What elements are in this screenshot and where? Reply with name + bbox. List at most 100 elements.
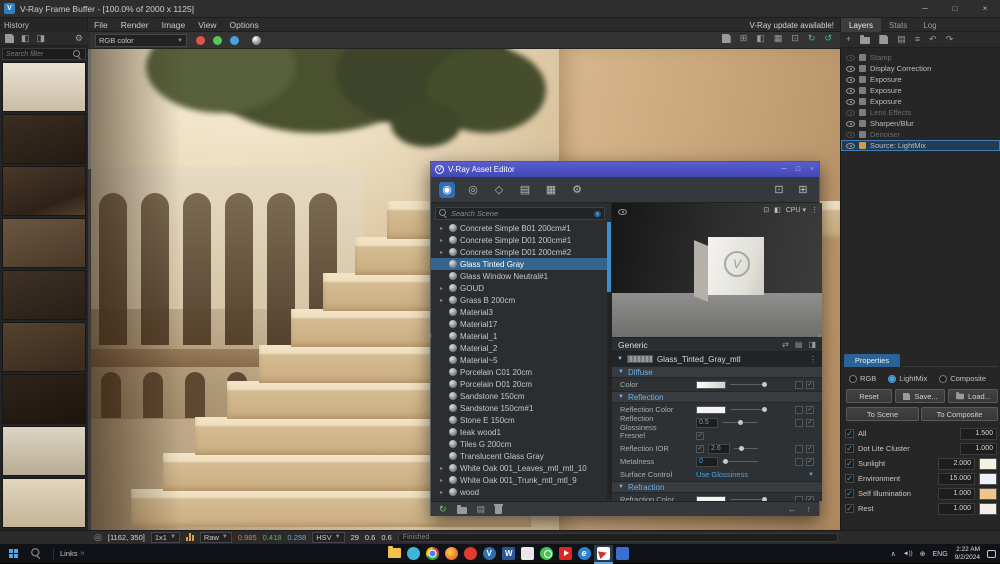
load-layers-icon[interactable] xyxy=(860,37,870,44)
material-item[interactable]: ▸Grass B 200cm xyxy=(431,294,607,306)
titlebar[interactable]: V V-Ray Frame Buffer - [100.0% of 2000 x… xyxy=(0,0,1000,18)
blue-channel-toggle[interactable] xyxy=(226,33,242,47)
texture-slot-icon[interactable] xyxy=(795,419,803,427)
checkbox-checked-icon[interactable]: ✓ xyxy=(845,459,854,468)
value-input[interactable]: 0 xyxy=(696,457,718,467)
undo-icon[interactable]: ↶ xyxy=(929,35,937,44)
texture-slot-icon[interactable] xyxy=(795,445,803,453)
taskbar-app-edge[interactable] xyxy=(404,545,423,564)
material-item[interactable]: Sandstone 150cm#1 xyxy=(431,402,607,414)
param-checkbox-icon[interactable]: ✓ xyxy=(806,406,814,414)
checkbox-checked-icon[interactable]: ✓ xyxy=(845,489,854,498)
history-settings-icon[interactable]: ⚙ xyxy=(75,34,83,43)
material-item[interactable]: Material_1 xyxy=(431,330,607,342)
surface-control-dropdown[interactable]: Use Glossiness xyxy=(696,470,748,479)
taskbar-app-firefox[interactable] xyxy=(442,545,461,564)
maximize-button[interactable]: □ xyxy=(940,0,970,18)
history-thumbnail[interactable] xyxy=(2,322,86,372)
hsv-dropdown[interactable]: HSV▼ xyxy=(312,532,344,543)
filter-icon[interactable]: ◉ xyxy=(594,209,601,218)
preview-snapshot-icon[interactable]: ◧ xyxy=(774,206,781,214)
texture-slot-icon[interactable] xyxy=(795,381,803,389)
region-render-icon[interactable]: ⊡ xyxy=(791,34,799,43)
checkbox-checked-icon[interactable]: ✓ xyxy=(845,444,854,453)
taskbar-app-layout[interactable] xyxy=(613,545,632,564)
layer-row[interactable]: Display Correction xyxy=(841,63,1000,74)
menu-view[interactable]: View xyxy=(198,20,216,30)
param-slider[interactable] xyxy=(730,499,766,500)
layer-row[interactable]: Exposure xyxy=(841,96,1000,107)
alpha-sphere-toggle[interactable] xyxy=(248,33,264,47)
tab-stats[interactable]: Stats xyxy=(881,18,915,32)
panel-collapse-right-icon[interactable]: › xyxy=(818,330,821,340)
menu-image[interactable]: Image xyxy=(162,20,186,30)
taskbar-app-youtube[interactable] xyxy=(556,545,575,564)
value-input[interactable]: 0.5 xyxy=(696,418,718,428)
material-item[interactable]: Tiles G 200cm xyxy=(431,438,607,450)
color-swatch[interactable] xyxy=(979,473,997,485)
material-name-row[interactable]: ▼ Glass_Tinted_Gray_mtl ⋮ xyxy=(612,352,822,366)
save-history-icon[interactable] xyxy=(5,34,14,43)
taskbar-app-chrome[interactable] xyxy=(423,545,442,564)
palette-icon[interactable]: ◨ xyxy=(808,340,816,349)
color-swatch[interactable] xyxy=(696,406,726,414)
color-swatch[interactable] xyxy=(979,503,997,515)
layer-row-source-lightmix[interactable]: Source: LightMix xyxy=(841,140,1000,151)
close-button[interactable]: × xyxy=(805,162,819,177)
up-arrow-icon[interactable]: ↑ xyxy=(807,505,812,514)
material-item-selected[interactable]: Glass Tinted Gray xyxy=(431,258,607,270)
copy-image-icon[interactable]: ◧ xyxy=(756,34,765,43)
material-item[interactable]: Porcelain D01 20cm xyxy=(431,378,607,390)
vray-render-icon[interactable]: ◉ xyxy=(439,182,455,198)
save-layers-icon[interactable] xyxy=(879,35,888,44)
layer-row[interactable]: Sharpen/Blur xyxy=(841,118,1000,129)
tray-chevron-icon[interactable]: ∧ xyxy=(891,550,896,558)
history-thumbnail[interactable] xyxy=(2,478,86,528)
lightmix-value-input[interactable]: 1.000 xyxy=(938,503,975,515)
history-thumbnail[interactable] xyxy=(2,114,86,164)
cpu-mode-dropdown[interactable]: CPU ▾ xyxy=(786,206,806,214)
layer-row[interactable]: Lens Effects xyxy=(841,107,1000,118)
zoom-dropdown[interactable]: 1x1▼ xyxy=(151,532,180,543)
volume-icon[interactable]: ◄)) xyxy=(903,551,913,557)
pixel-probe-icon[interactable]: ◎ xyxy=(94,533,102,542)
visibility-eye-icon[interactable] xyxy=(846,110,855,116)
history-thumbnail[interactable] xyxy=(2,62,86,112)
channel-dropdown[interactable]: RGB color ▼ xyxy=(95,34,187,47)
taskbar-app-whatsapp[interactable] xyxy=(537,545,556,564)
panel-collapse-left-icon[interactable]: ‹ xyxy=(429,330,432,340)
preview-eye-icon[interactable] xyxy=(618,209,627,215)
list-icon[interactable]: ▤ xyxy=(795,340,803,349)
value-input[interactable]: 2.6 xyxy=(708,444,730,454)
layer-row[interactable]: Exposure xyxy=(841,74,1000,85)
visibility-eye-icon[interactable] xyxy=(846,132,855,138)
ab-compare-horizontal-icon[interactable]: ◧ xyxy=(21,34,30,43)
taskbar-app-sketchup-active[interactable] xyxy=(594,545,613,564)
material-item[interactable]: ▸White Oak 001_Leaves_mtl_mtl_10 xyxy=(431,462,607,474)
param-checkbox-icon[interactable]: ✓ xyxy=(806,458,814,466)
history-thumbnail[interactable] xyxy=(2,374,86,424)
visibility-eye-icon[interactable] xyxy=(846,55,855,61)
layer-row[interactable]: Denoiser xyxy=(841,129,1000,140)
texture-slot-icon[interactable] xyxy=(795,458,803,466)
tab-layers[interactable]: Layers xyxy=(841,18,881,32)
taskbar-app-word[interactable] xyxy=(499,545,518,564)
layer-list-icon[interactable]: ▤ xyxy=(897,35,906,44)
open-folder-icon[interactable] xyxy=(457,507,467,514)
language-indicator[interactable]: ENG xyxy=(933,551,948,558)
reset-button[interactable]: Reset xyxy=(846,389,892,403)
mode-radio-rgb[interactable]: RGB xyxy=(849,374,876,383)
collapse-layers-icon[interactable]: ≡ xyxy=(915,35,920,44)
material-item[interactable]: ▸Concrete Simple B01 200cm#1 xyxy=(431,222,607,234)
close-button[interactable]: × xyxy=(970,0,1000,18)
menu-options[interactable]: Options xyxy=(230,20,259,30)
ab-compare-vertical-icon[interactable]: ◨ xyxy=(37,34,46,43)
save-image-icon[interactable] xyxy=(722,34,731,43)
redo-icon[interactable]: ↷ xyxy=(946,35,954,44)
param-slider[interactable] xyxy=(730,384,766,385)
update-assets-icon[interactable]: ↻ xyxy=(439,505,447,514)
history-thumbnail[interactable] xyxy=(2,166,86,216)
load-button[interactable]: Load... xyxy=(948,389,998,403)
taskbar-app-notepad[interactable] xyxy=(518,545,537,564)
layer-row[interactable]: Exposure xyxy=(841,85,1000,96)
